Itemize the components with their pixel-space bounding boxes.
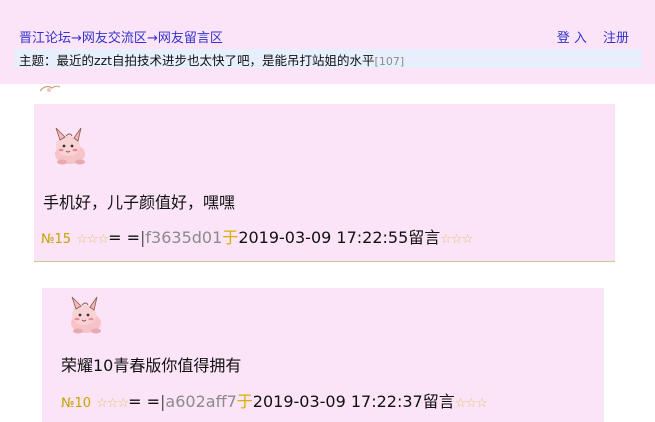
post-content: 手机好，儿子颜值好，嘿嘿 — [43, 193, 236, 212]
post-meta: №15 ☆☆☆= =|f3635d01于2019-03-09 17:22:55留… — [41, 224, 473, 248]
clefairy-avatar-icon — [55, 127, 85, 165]
star-rating-after: ☆☆☆ — [440, 232, 473, 247]
register-link[interactable]: 注册 — [603, 31, 629, 46]
star-rating-after: ☆☆☆ — [454, 396, 488, 411]
clefairy-avatar-icon — [71, 296, 101, 334]
post-datetime: 2019-03-09 17:22:55 — [238, 228, 409, 247]
breadcrumb-area-link[interactable]: 网友交流区 — [82, 31, 147, 46]
reply-post: 荣耀10青春版你值得拥有 №10 ☆☆☆= =|a602aff7于2019-03… — [42, 288, 604, 422]
post-number: №15 — [41, 232, 72, 247]
reply-post: 手机好，儿子颜值好，嘿嘿 №15 ☆☆☆= =|f3635d01于2019-03… — [34, 104, 615, 262]
post-liuyan: 留言 — [422, 392, 455, 411]
post-number: №10 — [61, 396, 92, 411]
reply-count: [107] — [374, 55, 405, 68]
subject-line: 主题：最近的zzt自拍技术进步也太快了吧，是能吊打站姐的水平[107] — [19, 50, 404, 69]
post-eq: = = — [128, 392, 161, 411]
post-liuyan: 留言 — [408, 228, 441, 247]
partial-avatar-icon — [39, 85, 61, 92]
post-meta: №10 ☆☆☆= =|a602aff7于2019-03-09 17:22:37留… — [61, 388, 488, 412]
star-rating: ☆☆☆ — [96, 396, 129, 411]
login-link[interactable]: 登 入 — [557, 31, 587, 46]
breadcrumb-separator: → — [71, 31, 82, 46]
user-id: a602aff7 — [165, 392, 237, 411]
breadcrumb-separator: → — [146, 31, 158, 46]
subject-row: 主题：最近的zzt自拍技术进步也太快了吧，是能吊打站姐的水平[107] — [14, 49, 642, 68]
breadcrumb-board-link[interactable]: 网友留言区 — [158, 31, 223, 46]
subject-title: 最近的zzt自拍技术进步也太快了吧，是能吊打站姐的水平 — [56, 53, 375, 68]
user-id: f3635d01 — [145, 228, 223, 247]
star-rating: ☆☆☆ — [76, 232, 109, 247]
post-yu: 于 — [222, 228, 239, 247]
post-content: 荣耀10青春版你值得拥有 — [61, 356, 242, 375]
subject-label: 主题： — [19, 53, 57, 68]
breadcrumb-forum-link[interactable]: 晋江论坛 — [19, 31, 71, 46]
breadcrumb: 晋江论坛→网友交流区→网友留言区 — [19, 27, 223, 46]
post-datetime: 2019-03-09 17:22:37 — [252, 392, 423, 411]
top-bar: 晋江论坛→网友交流区→网友留言区 登 入 注册 主题：最近的zzt自拍技术进步也… — [0, 0, 655, 92]
post-yu: 于 — [236, 392, 253, 411]
post-eq: = = — [108, 228, 141, 247]
auth-links: 登 入 注册 — [545, 27, 629, 46]
